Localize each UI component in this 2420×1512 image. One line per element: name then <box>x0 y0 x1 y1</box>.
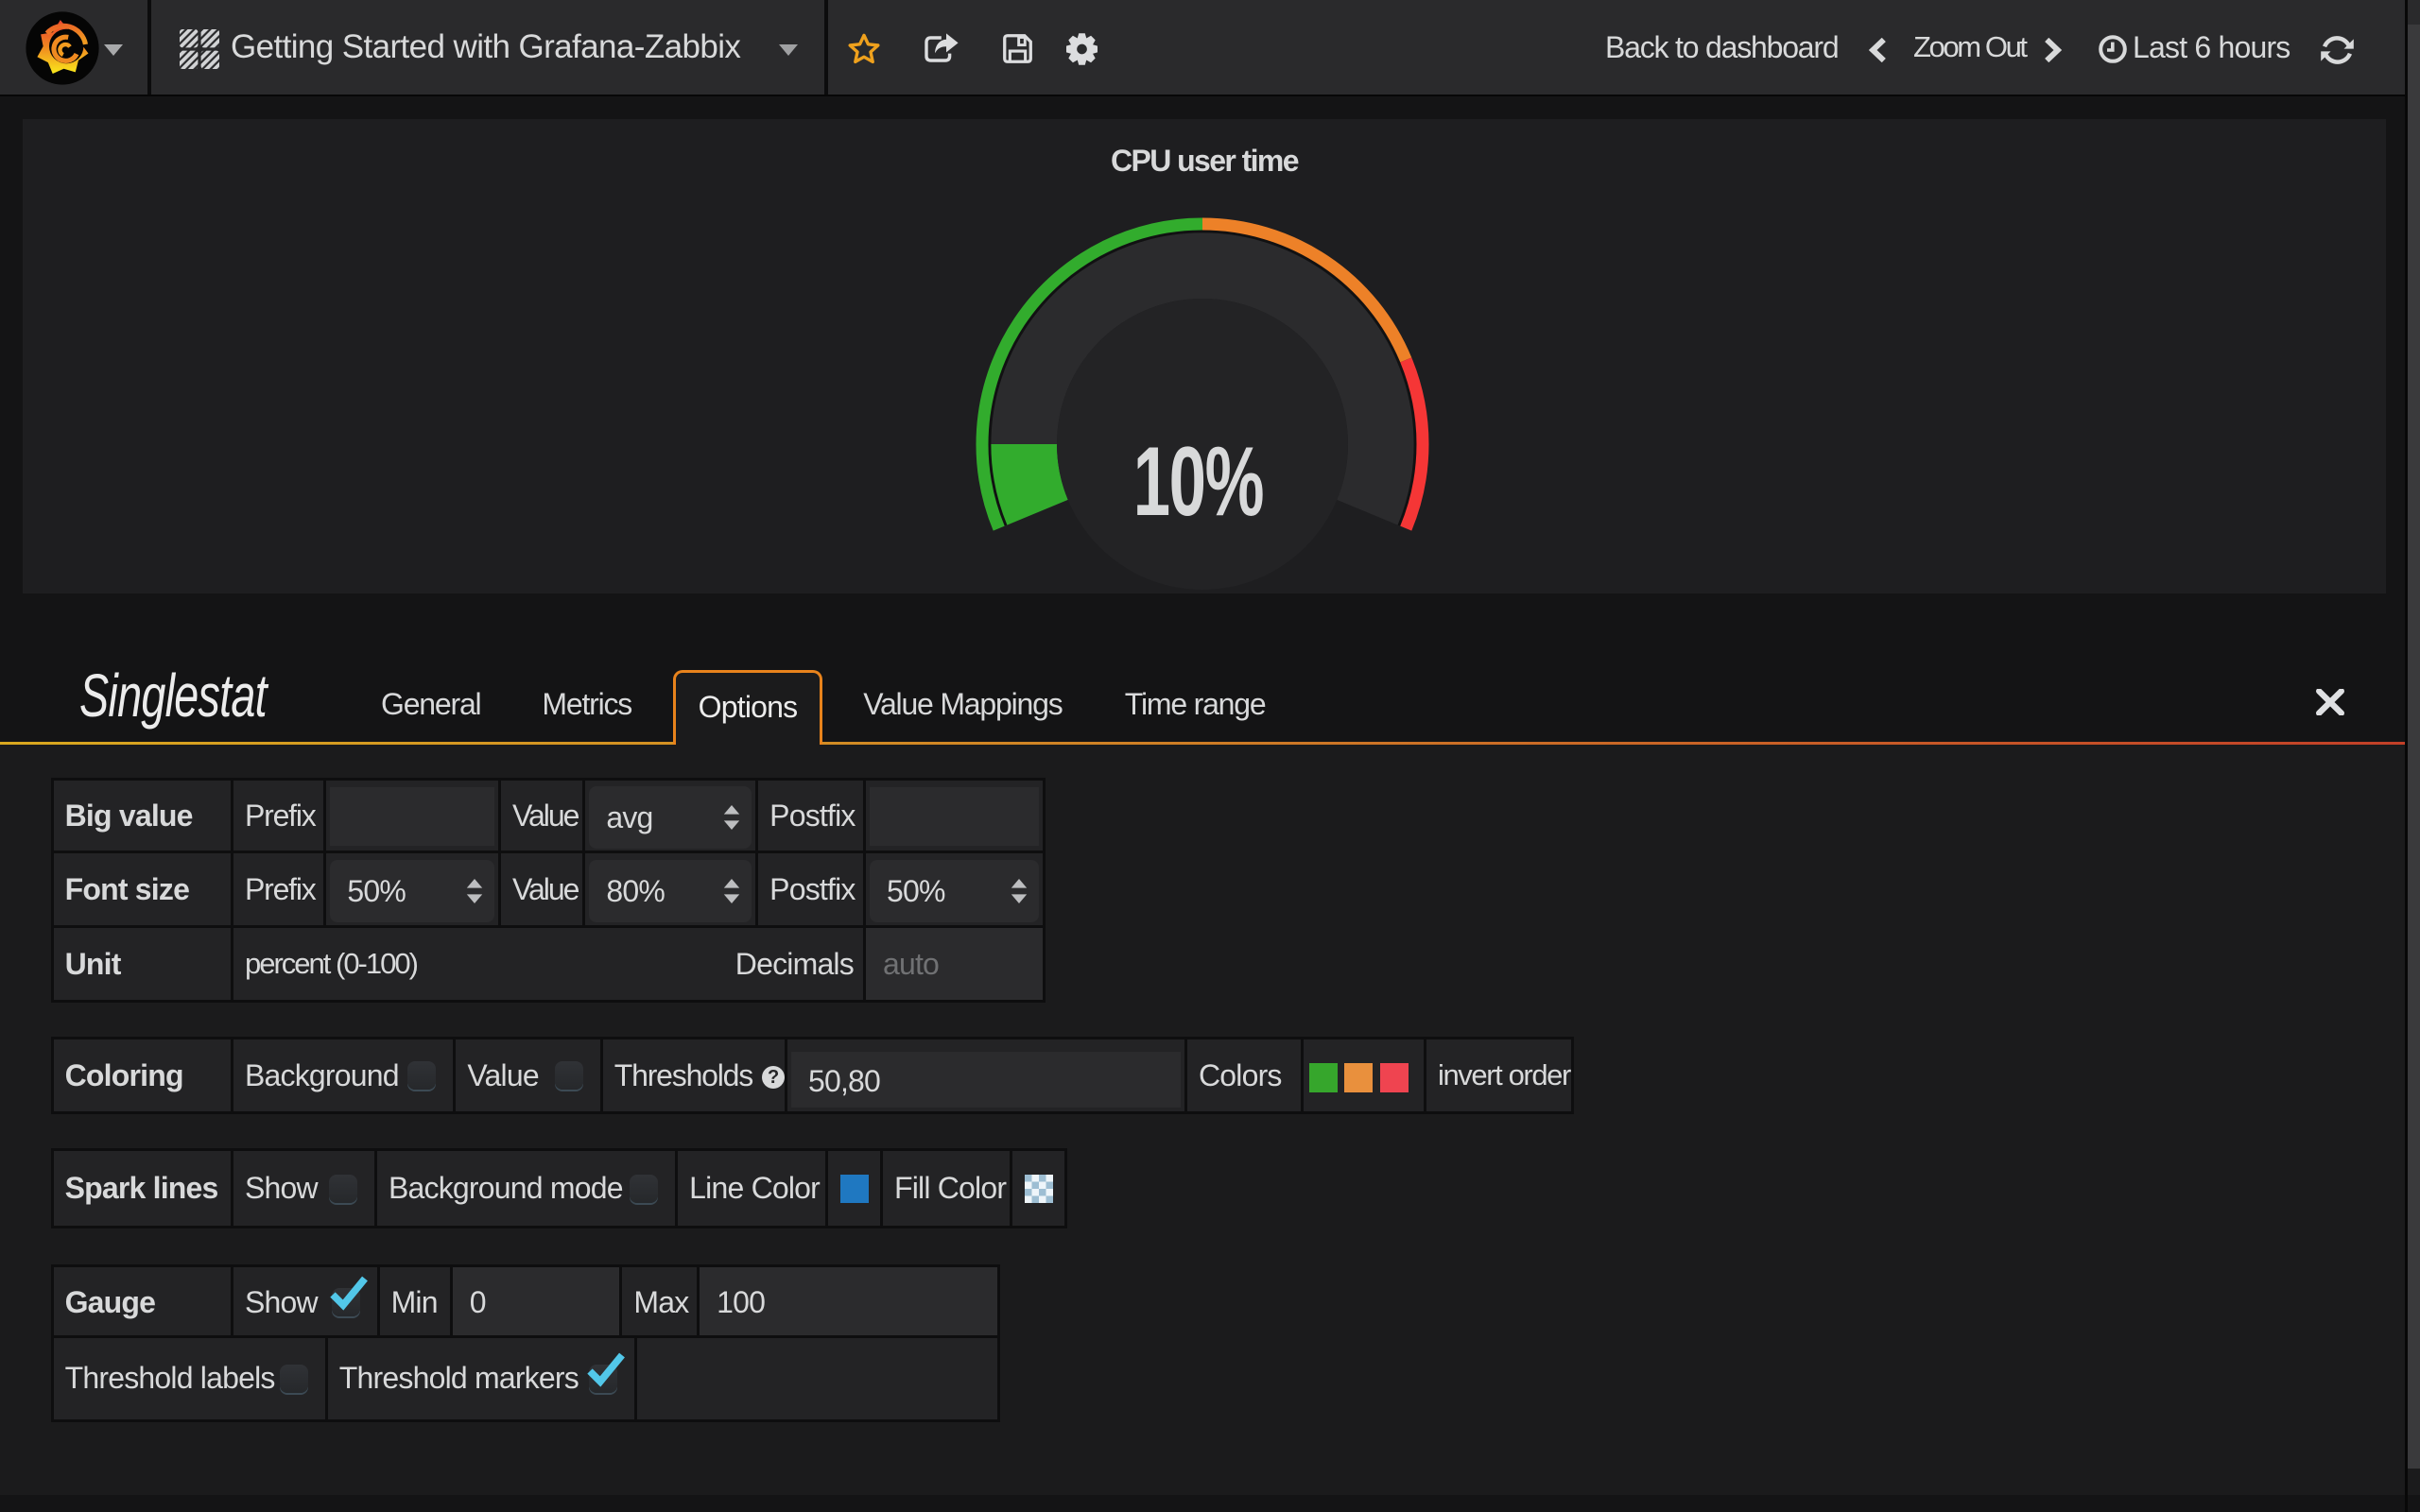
svg-text:10%: 10% <box>1133 425 1263 536</box>
